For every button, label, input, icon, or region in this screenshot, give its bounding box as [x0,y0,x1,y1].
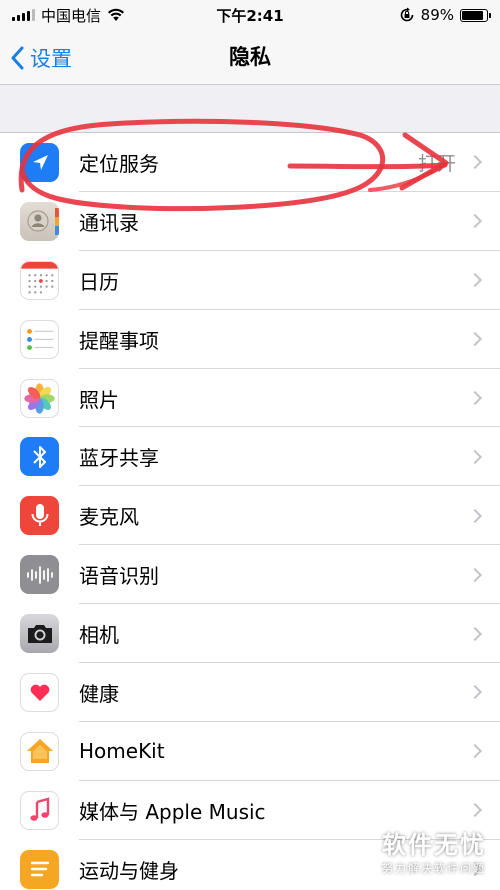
chevron-right-icon [467,449,483,464]
homekit-icon [20,731,59,771]
battery-icon [460,8,491,22]
music-icon [20,790,59,830]
bluetooth-icon [20,437,59,477]
calendar-icon [20,260,59,300]
motion-fitness-icon [20,849,59,889]
health-icon [20,673,59,713]
battery-percent: 89% [420,6,454,24]
list-item-bluetooth-sharing[interactable]: 蓝牙共享 [0,427,500,487]
list-item-label: 媒体与 Apple Music [79,799,266,824]
carrier-name: 中国电信 [41,6,102,25]
microphone-icon [20,496,59,536]
chevron-right-icon [467,626,483,641]
chevron-right-icon [467,685,483,700]
list-item-microphone[interactable]: 麦克风 [0,486,500,546]
rotation-lock-icon [400,7,413,22]
list-item-label: 语音识别 [79,564,159,589]
chevron-right-icon [467,803,483,818]
list-item-location-services[interactable]: 定位服务 打开 [0,133,500,192]
list-item-label: 麦克风 [79,505,139,530]
watermark: 软件无忧 努力解决软件问题 [382,825,486,876]
list-item-contacts[interactable]: 通讯录 [0,192,500,251]
list-item-label: 提醒事项 [79,328,159,353]
list-item-label: 相机 [79,623,119,648]
chevron-right-icon [467,214,483,229]
watermark-title: 软件无忧 [382,831,486,859]
navigation-bar: 设置 隐私 [0,30,500,85]
status-bar: 中国电信 下午2:41 89% [0,0,500,30]
list-item-label: 照片 [79,387,119,412]
status-right: 89% [399,6,491,24]
list-item-photos[interactable]: 照片 [0,369,500,428]
list-item-label: 健康 [79,681,119,706]
list-item-reminders[interactable]: 提醒事项 [0,310,500,369]
status-left: 中国电信 [12,5,125,26]
list-item-label: 日历 [79,269,119,294]
chevron-right-icon [467,744,483,759]
location-arrow-icon [20,143,59,182]
list-item-speech-recognition[interactable]: 语音识别 [0,545,500,605]
list-item-label: 通讯录 [79,210,139,235]
list-item-health[interactable]: 健康 [0,663,500,722]
list-item-label: 运动与健身 [79,858,179,883]
contacts-icon [20,201,59,241]
back-button-label: 设置 [30,46,72,71]
back-button[interactable]: 设置 [10,30,72,85]
signal-strength-icon [12,9,35,21]
wifi-icon [108,8,125,21]
list-item-value: 打开 [417,152,456,175]
reminders-icon [20,319,59,359]
chevron-right-icon [467,508,483,523]
speech-recognition-icon [20,555,59,595]
chevron-right-icon [467,155,483,170]
chevron-right-icon [467,273,483,288]
page-title: 隐私 [229,45,271,69]
watermark-subtitle: 努力解决软件问题 [382,862,486,875]
camera-icon [20,614,59,654]
list-item-homekit[interactable]: HomeKit [0,722,500,781]
list-item-label: HomeKit [79,739,165,764]
battery-fill [462,10,484,20]
list-item-label: 蓝牙共享 [79,446,159,471]
list-item-label: 定位服务 [79,151,159,176]
chevron-right-icon [467,390,483,406]
chevron-right-icon [467,567,483,582]
photos-icon [20,378,59,418]
list-item-camera[interactable]: 相机 [0,604,500,663]
chevron-left-icon [11,46,24,69]
list-item-calendar[interactable]: 日历 [0,251,500,310]
chevron-right-icon [467,332,483,347]
privacy-settings-list: 定位服务 打开 通讯录 日历 提醒事项 照片 蓝牙共享 麦克风 语音识别 相机 … [0,132,500,890]
